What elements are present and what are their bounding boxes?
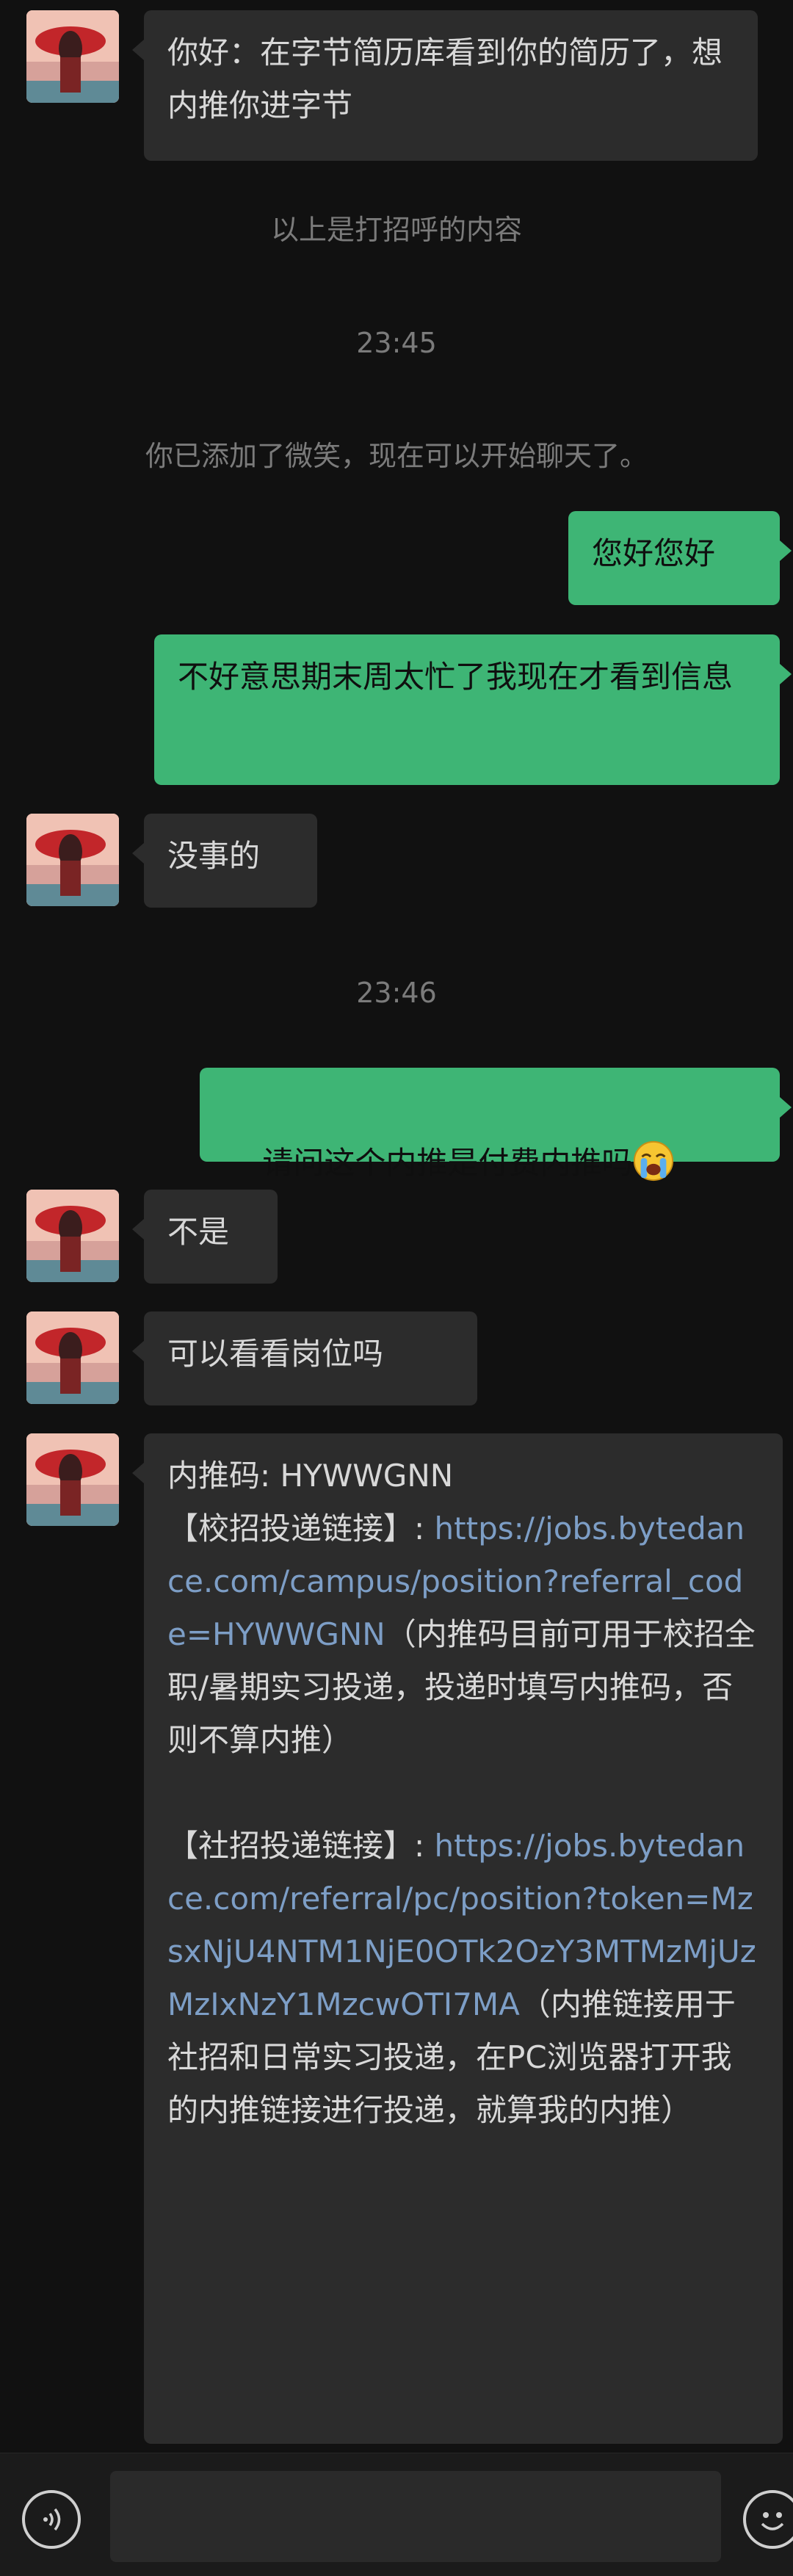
message-bubble-referral[interactable]: 内推码: HYWWGNN 【校招投递链接】: https://jobs.byte… xyxy=(132,1433,783,2444)
message-bubble-incoming[interactable]: 没事的 xyxy=(132,814,317,908)
avatar[interactable] xyxy=(26,814,119,906)
message-bubble-incoming[interactable]: 可以看看岗位吗 xyxy=(132,1311,477,1405)
system-notice: 你已添加了微笑，现在可以开始聊天了。 xyxy=(145,440,648,472)
message-bubble-incoming[interactable]: 不是 xyxy=(132,1190,278,1284)
timestamp: 23:45 xyxy=(356,327,437,359)
voice-button[interactable] xyxy=(22,2490,81,2549)
avatar[interactable] xyxy=(26,1190,119,1282)
message-bubble-outgoing[interactable]: 您好您好 xyxy=(568,511,792,605)
social-label: 【社招投递链接】: xyxy=(167,1828,435,1864)
campus-label: 【校招投递链接】: xyxy=(167,1510,435,1546)
message-input[interactable] xyxy=(110,2471,721,2562)
referral-code-line: 内推码: HYWWGNN xyxy=(167,1458,454,1494)
crying-face-icon xyxy=(634,1140,674,1182)
system-notice: 以上是打招呼的内容 xyxy=(270,214,522,246)
emoji-button[interactable] xyxy=(743,2490,793,2549)
avatar[interactable] xyxy=(26,1311,119,1404)
message-text: 请问这个内推是付费内推吗 xyxy=(262,1145,633,1181)
input-bar xyxy=(0,2453,793,2576)
smiley-icon xyxy=(761,2512,784,2530)
avatar[interactable] xyxy=(26,10,119,103)
avatar[interactable] xyxy=(26,1433,119,1526)
message-bubble-outgoing[interactable]: 请问这个内推是付费内推吗 xyxy=(200,1068,792,1182)
chat-area[interactable]: 你好：在字节简历库看到你的简历了，想内推你进字节 以上是打招呼的内容 23:45… xyxy=(0,0,793,2453)
voice-icon xyxy=(43,2508,61,2531)
message-bubble-incoming[interactable]: 你好：在字节简历库看到你的简历了，想内推你进字节 xyxy=(132,10,758,161)
message-bubble-outgoing[interactable]: 不好意思期末周太忙了我现在才看到信息 xyxy=(154,634,792,785)
timestamp: 23:46 xyxy=(356,977,437,1009)
